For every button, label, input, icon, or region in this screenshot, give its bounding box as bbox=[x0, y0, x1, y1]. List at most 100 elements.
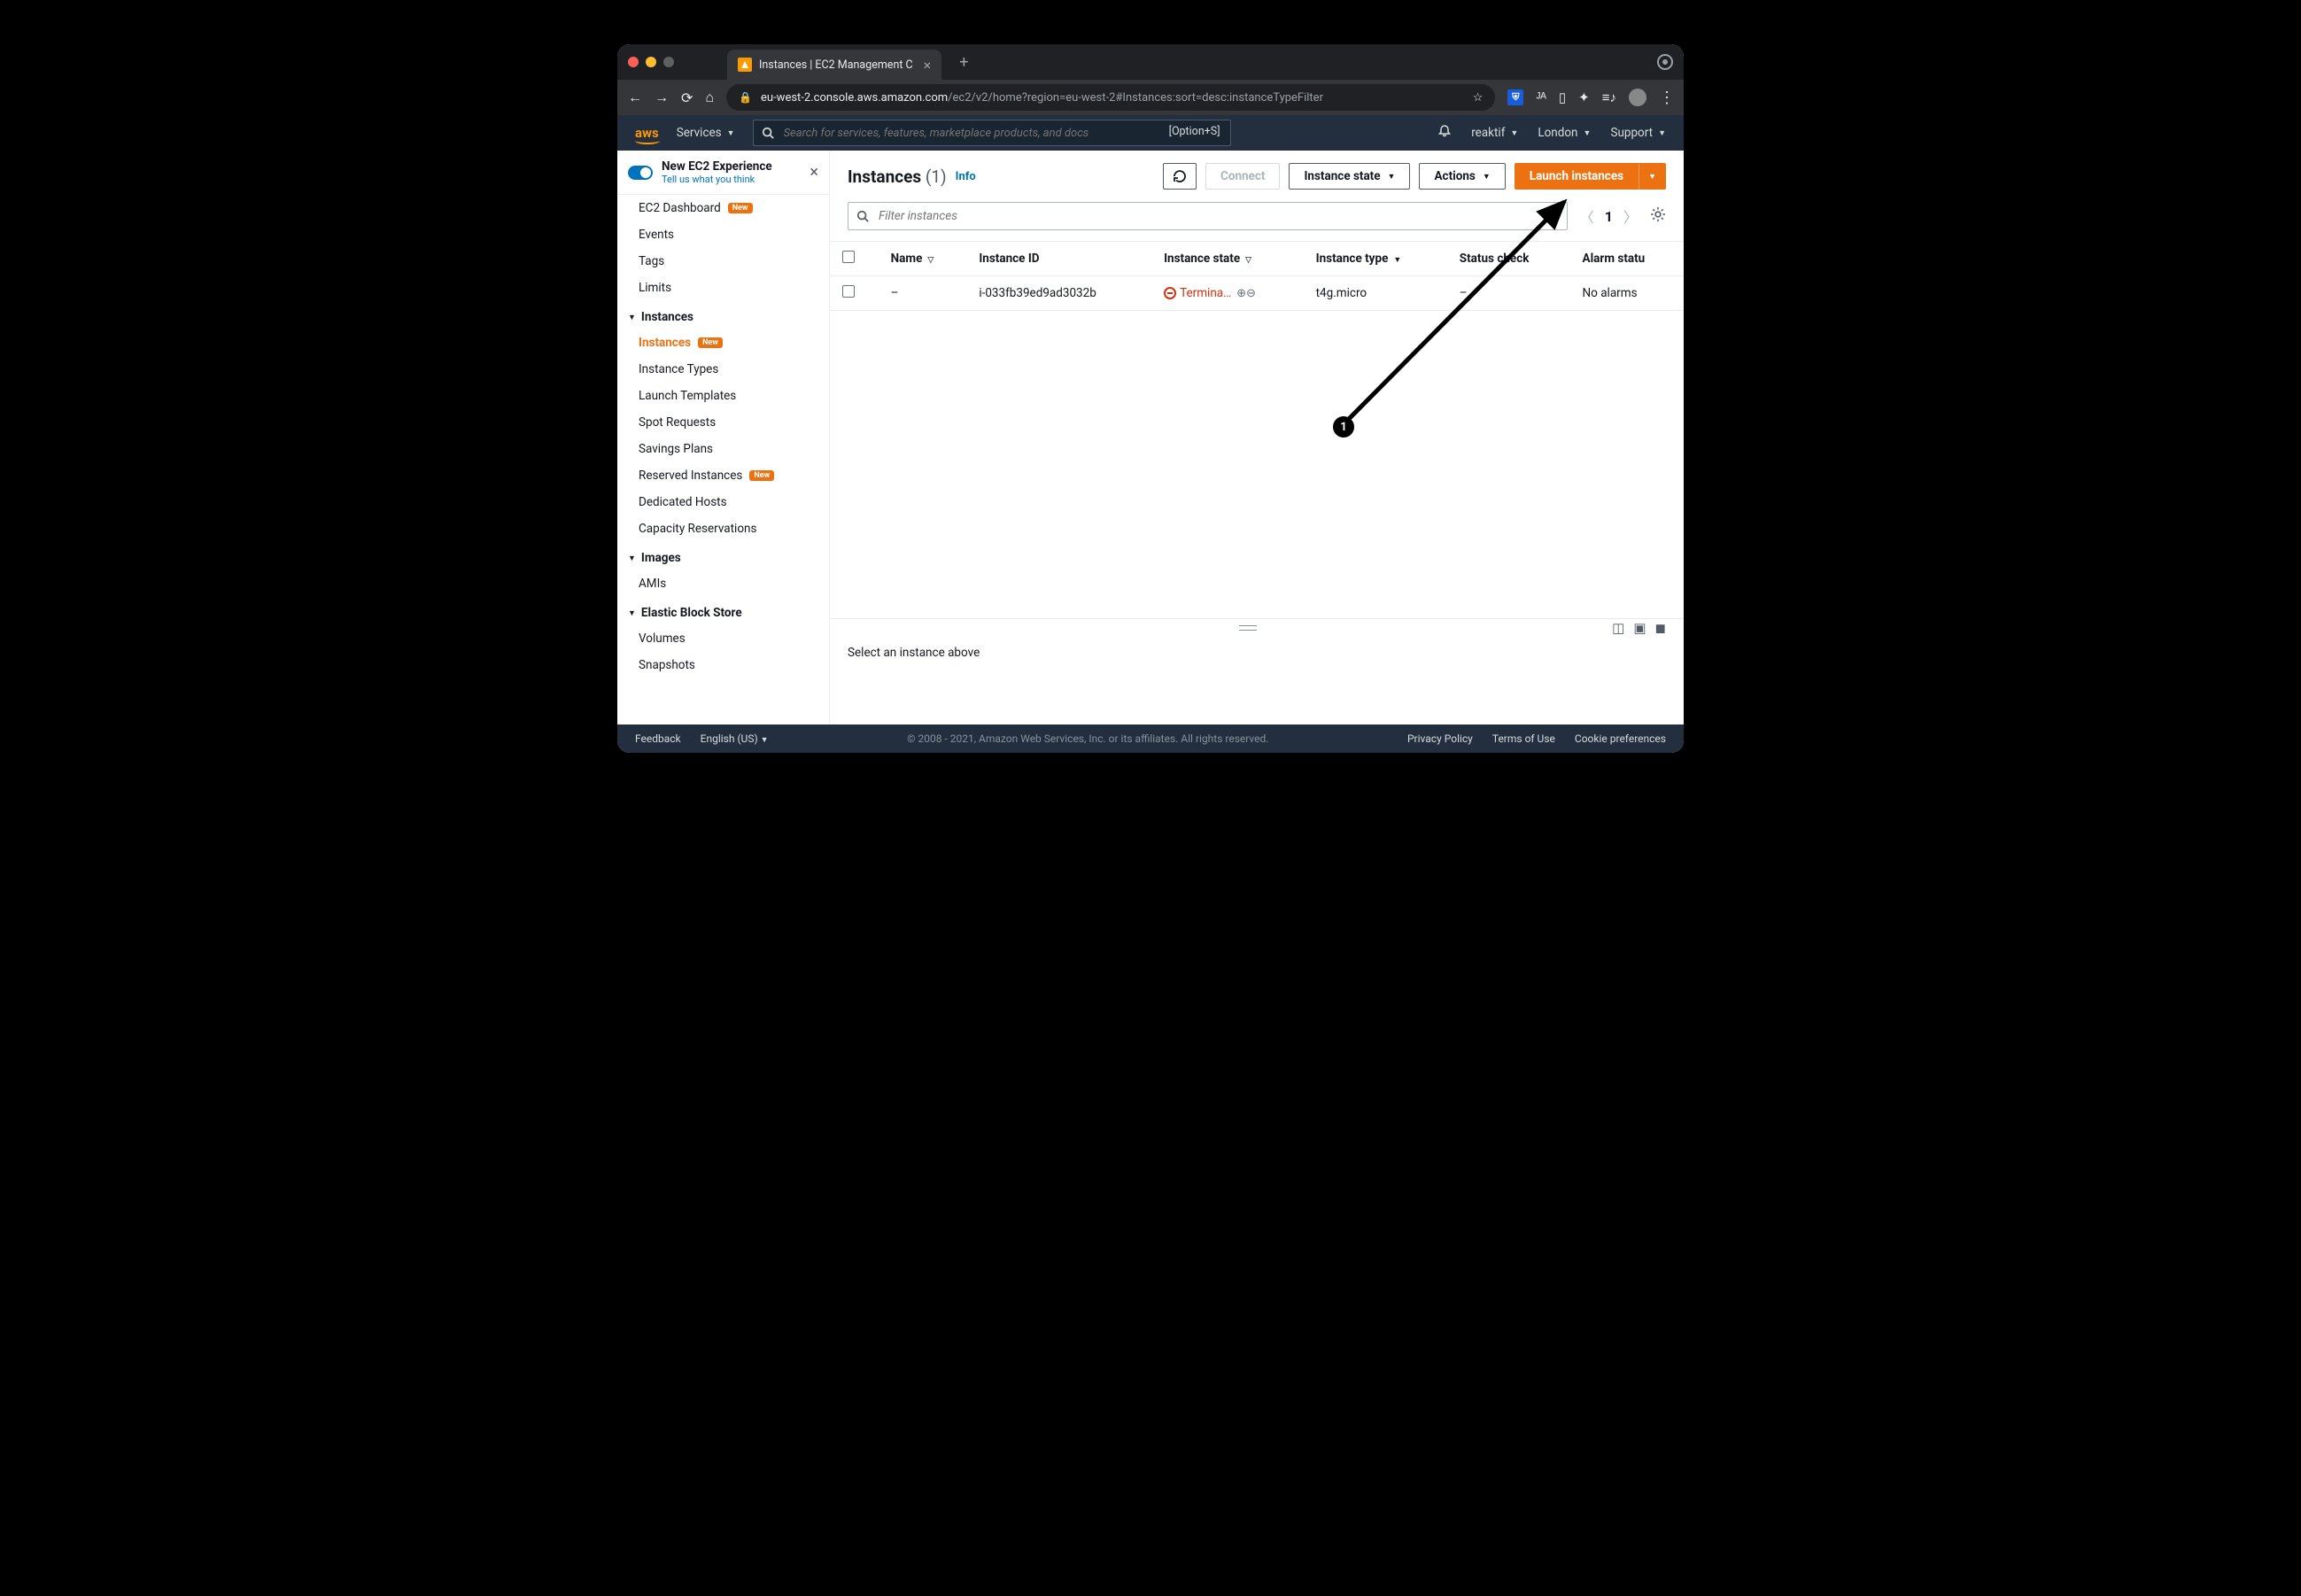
caret-down-icon: ▼ bbox=[628, 313, 636, 322]
connect-button[interactable]: Connect bbox=[1205, 163, 1280, 190]
footer-left: Feedback English (US) ▼ bbox=[635, 732, 769, 745]
cell-instance-state: Termina… ⊕⊖ bbox=[1164, 286, 1291, 300]
address-bar[interactable]: 🔒 eu-west-2.console.aws.amazon.com/ec2/v… bbox=[726, 84, 1495, 111]
nav-limits[interactable]: Limits bbox=[617, 275, 829, 301]
nav-launch-templates[interactable]: Launch Templates bbox=[617, 383, 829, 409]
footer-terms[interactable]: Terms of Use bbox=[1492, 732, 1555, 745]
nav-forward-icon[interactable]: → bbox=[655, 89, 669, 106]
refresh-button[interactable] bbox=[1163, 163, 1197, 190]
support-menu[interactable]: Support ▼ bbox=[1610, 126, 1666, 140]
footer-language[interactable]: English (US) ▼ bbox=[701, 732, 769, 745]
col-instance-type[interactable]: Instance type▼ bbox=[1304, 242, 1447, 276]
table-preferences-icon[interactable] bbox=[1650, 206, 1666, 226]
footer-privacy[interactable]: Privacy Policy bbox=[1407, 732, 1473, 745]
nav-section-images[interactable]: ▼ Images bbox=[617, 542, 829, 570]
nav-ec2-dashboard[interactable]: EC2 Dashboard New bbox=[617, 195, 829, 221]
aws-search-wrap: [Option+S] bbox=[753, 120, 1231, 146]
layout-side-icon[interactable]: ▣ bbox=[1633, 620, 1646, 636]
checkbox-all[interactable] bbox=[842, 251, 855, 263]
kebab-menu-icon[interactable]: ⋮ bbox=[1659, 89, 1673, 107]
filter-instances-input[interactable] bbox=[848, 202, 1568, 230]
layout-full-icon[interactable]: ◼ bbox=[1655, 620, 1666, 636]
nav-tags[interactable]: Tags bbox=[617, 248, 829, 275]
col-instance-id[interactable]: Instance ID bbox=[966, 242, 1151, 276]
col-status-check[interactable]: Status check bbox=[1447, 242, 1570, 276]
aws-footer: Feedback English (US) ▼ © 2008 - 2021, A… bbox=[617, 724, 1684, 753]
detail-resize-handle[interactable]: ◫ ▣ ◼ bbox=[830, 619, 1684, 637]
nav-instance-types[interactable]: Instance Types bbox=[617, 356, 829, 383]
device-extension-icon[interactable]: ▯ bbox=[1559, 89, 1566, 105]
page-title-text: Instances bbox=[848, 167, 921, 187]
experience-toggle[interactable] bbox=[628, 166, 653, 180]
footer-feedback[interactable]: Feedback bbox=[635, 732, 681, 745]
window-minimize[interactable] bbox=[646, 57, 656, 67]
content-header: Instances (1) Info Connect Instance stat… bbox=[830, 151, 1684, 202]
nav-reserved-instances[interactable]: Reserved Instances New bbox=[617, 462, 829, 489]
row-checkbox[interactable] bbox=[842, 285, 855, 298]
col-alarm-status[interactable]: Alarm statu bbox=[1570, 242, 1684, 276]
browser-urlbar: ← → ⟳ ⌂ 🔒 eu-west-2.console.aws.amazon.c… bbox=[617, 80, 1684, 115]
info-link[interactable]: Info bbox=[956, 170, 976, 183]
nav-label: Capacity Reservations bbox=[639, 522, 756, 536]
col-name[interactable]: Name▽ bbox=[879, 242, 967, 276]
launch-instances-split[interactable]: ▼ bbox=[1639, 163, 1666, 190]
nav-snapshots[interactable]: Snapshots bbox=[617, 652, 829, 678]
pager-next-icon[interactable]: 〉 bbox=[1623, 205, 1638, 227]
aws-top-nav: aws Services ▼ [Option+S] reaktif ▼ Lond… bbox=[617, 115, 1684, 151]
translate-extension-icon[interactable]: ᴶᴬ bbox=[1536, 89, 1546, 105]
nav-amis[interactable]: AMIs bbox=[617, 570, 829, 597]
extensions-puzzle-icon[interactable]: ✦ bbox=[1578, 89, 1590, 105]
col-checkbox[interactable] bbox=[830, 242, 879, 276]
sort-icon: ▽ bbox=[1245, 256, 1251, 265]
caret-down-icon: ▼ bbox=[1648, 172, 1656, 182]
actions-button[interactable]: Actions ▼ bbox=[1419, 163, 1505, 190]
nav-reload-icon[interactable]: ⟳ bbox=[681, 89, 693, 106]
nav-section-ebs[interactable]: ▼ Elastic Block Store bbox=[617, 597, 829, 625]
experience-text: New EC2 Experience Tell us what you thin… bbox=[662, 159, 801, 185]
bitwarden-extension-icon[interactable]: ⛨ bbox=[1507, 89, 1523, 105]
launch-instances-button[interactable]: Launch instances bbox=[1515, 163, 1639, 190]
nav-home-icon[interactable]: ⌂ bbox=[705, 89, 714, 106]
btn-label: Instance state bbox=[1304, 169, 1380, 183]
nav-savings-plans[interactable]: Savings Plans bbox=[617, 436, 829, 462]
footer-cookies[interactable]: Cookie preferences bbox=[1575, 732, 1666, 745]
window-close[interactable] bbox=[628, 57, 639, 67]
nav-events[interactable]: Events bbox=[617, 221, 829, 248]
table-row[interactable]: – i-033fb39ed9ad3032b Termina… ⊕⊖ t4g.mi… bbox=[830, 276, 1684, 311]
nav-volumes[interactable]: Volumes bbox=[617, 625, 829, 652]
nav-back-icon[interactable]: ← bbox=[628, 89, 642, 106]
instance-state-button[interactable]: Instance state ▼ bbox=[1289, 163, 1410, 190]
experience-sub[interactable]: Tell us what you think bbox=[662, 174, 801, 185]
nav-label: Savings Plans bbox=[639, 442, 713, 456]
nav-instances[interactable]: Instances New bbox=[617, 329, 829, 356]
services-menu[interactable]: Services ▼ bbox=[677, 126, 735, 140]
account-indicator-icon[interactable] bbox=[1657, 54, 1673, 70]
nav-section-instances[interactable]: ▼ Instances bbox=[617, 301, 829, 329]
caret-down-icon: ▼ bbox=[1584, 128, 1592, 138]
col-label: Name bbox=[891, 252, 923, 266]
zoom-icons[interactable]: ⊕⊖ bbox=[1236, 287, 1256, 300]
aws-logo[interactable]: aws bbox=[635, 125, 659, 141]
tab-close-icon[interactable]: × bbox=[924, 57, 932, 74]
nav-capacity-reservations[interactable]: Capacity Reservations bbox=[617, 515, 829, 542]
profile-avatar-icon[interactable] bbox=[1629, 89, 1646, 106]
region-menu[interactable]: London ▼ bbox=[1538, 126, 1591, 140]
banner-close-icon[interactable]: × bbox=[810, 163, 818, 182]
bookmark-star-icon[interactable]: ☆ bbox=[1473, 91, 1484, 105]
cell-instance-id[interactable]: i-033fb39ed9ad3032b bbox=[966, 276, 1151, 311]
new-tab-button[interactable]: + bbox=[954, 50, 973, 75]
window-maximize[interactable] bbox=[663, 57, 674, 67]
nav-dedicated-hosts[interactable]: Dedicated Hosts bbox=[617, 489, 829, 515]
nav-spot-requests[interactable]: Spot Requests bbox=[617, 409, 829, 436]
reading-list-icon[interactable]: ≡♪ bbox=[1602, 89, 1616, 105]
pager-prev-icon[interactable]: 〈 bbox=[1580, 205, 1594, 227]
detail-panel: ◫ ▣ ◼ Select an instance above bbox=[830, 618, 1684, 724]
account-menu[interactable]: reaktif ▼ bbox=[1471, 126, 1518, 140]
browser-tab[interactable]: Instances | EC2 Management C × bbox=[727, 50, 941, 80]
notifications-bell-icon[interactable] bbox=[1437, 124, 1452, 142]
aws-search-input[interactable] bbox=[753, 120, 1231, 146]
col-label: Alarm statu bbox=[1583, 252, 1646, 266]
col-instance-state[interactable]: Instance state▽ bbox=[1151, 242, 1304, 276]
layout-bottom-icon[interactable]: ◫ bbox=[1612, 620, 1624, 636]
refresh-icon bbox=[1173, 169, 1187, 183]
